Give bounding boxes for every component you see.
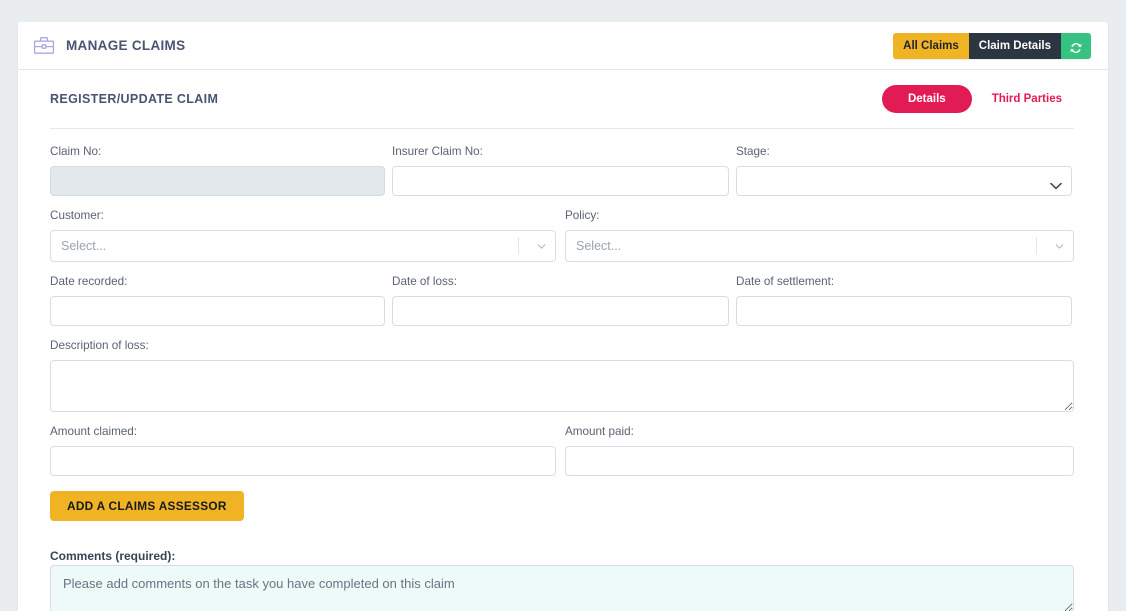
form-row-amounts: Amount claimed: Amount paid: (50, 425, 1074, 477)
description-of-loss-label: Description of loss: (50, 339, 149, 353)
form-row-dates: Date recorded: Date of loss: Date of set… (50, 275, 1074, 327)
field-insurer-claim-no: Insurer Claim No: (392, 145, 729, 197)
field-date-of-loss: Date of loss: (392, 275, 729, 327)
form-row-customer-policy: Customer: Select... Policy: Select... (50, 209, 1074, 263)
claim-details-button[interactable]: Claim Details (968, 32, 1061, 59)
field-stage: Stage: (736, 145, 1072, 197)
field-date-recorded: Date recorded: (50, 275, 385, 327)
stage-select[interactable] (736, 166, 1072, 197)
amount-paid-label: Amount paid: (565, 425, 634, 439)
tab-third-parties[interactable]: Third Parties (980, 85, 1074, 113)
app-page: MANAGE CLAIMS All Claims Claim Details R… (0, 0, 1126, 611)
manage-claims-card: MANAGE CLAIMS All Claims Claim Details R… (18, 22, 1108, 611)
field-customer: Customer: Select... (50, 209, 556, 263)
stage-select-wrap (736, 166, 1072, 197)
insurer-claim-no-label: Insurer Claim No: (392, 145, 483, 158)
amount-paid-input[interactable] (565, 446, 1074, 477)
chevron-down-icon[interactable] (1045, 240, 1073, 253)
comments-block: Comments (required): (50, 547, 1074, 611)
comments-textarea[interactable] (50, 565, 1074, 611)
claim-no-input (50, 166, 385, 197)
description-of-loss-textarea[interactable] (50, 360, 1074, 413)
date-of-settlement-label: Date of settlement: (736, 275, 835, 289)
comments-label: Comments (required): (50, 549, 176, 564)
policy-select-placeholder: Select... (576, 239, 622, 254)
policy-label: Policy: (565, 209, 600, 223)
header-action-group: All Claims Claim Details (893, 32, 1091, 59)
date-recorded-label: Date recorded: (50, 275, 128, 289)
select-separator (518, 237, 519, 256)
stage-label: Stage: (736, 145, 770, 158)
date-of-loss-label: Date of loss: (392, 275, 457, 289)
insurer-claim-no-input[interactable] (392, 166, 729, 197)
field-description-of-loss: Description of loss: (50, 339, 1074, 413)
form-row-assessor: ADD A CLAIMS ASSESSOR (50, 489, 1074, 522)
date-recorded-input[interactable] (50, 296, 385, 327)
add-claims-assessor-button[interactable]: ADD A CLAIMS ASSESSOR (50, 491, 244, 522)
page-title: MANAGE CLAIMS (66, 38, 186, 53)
customer-select[interactable]: Select... (50, 230, 556, 263)
amount-claimed-label: Amount claimed: (50, 425, 138, 439)
policy-select[interactable]: Select... (565, 230, 1074, 263)
field-amount-claimed: Amount claimed: (50, 425, 556, 477)
amount-claimed-input[interactable] (50, 446, 556, 477)
chevron-down-icon[interactable] (527, 240, 555, 253)
claim-form: Claim No: Insurer Claim No: Stage: Custo… (18, 129, 1108, 611)
section-tabs: Details Third Parties (881, 85, 1074, 113)
field-claim-no: Claim No: (50, 145, 385, 197)
select-separator (1036, 237, 1037, 256)
briefcase-icon (33, 36, 55, 55)
date-of-settlement-input[interactable] (736, 296, 1072, 327)
field-amount-paid: Amount paid: (565, 425, 1074, 477)
subheader: REGISTER/UPDATE CLAIM Details Third Part… (18, 70, 1108, 128)
all-claims-button[interactable]: All Claims (893, 32, 969, 59)
refresh-icon (1069, 39, 1083, 53)
form-row-identifiers: Claim No: Insurer Claim No: Stage: (50, 145, 1074, 197)
claim-no-label: Claim No: (50, 145, 102, 158)
form-row-description: Description of loss: (50, 339, 1074, 413)
date-of-loss-input[interactable] (392, 296, 729, 327)
customer-label: Customer: (50, 209, 104, 223)
customer-select-placeholder: Select... (61, 239, 107, 254)
card-header: MANAGE CLAIMS All Claims Claim Details (18, 22, 1108, 70)
header-left: MANAGE CLAIMS (33, 36, 185, 55)
field-policy: Policy: Select... (565, 209, 1074, 263)
field-date-of-settlement: Date of settlement: (736, 275, 1072, 327)
section-title: REGISTER/UPDATE CLAIM (50, 92, 219, 106)
tab-details[interactable]: Details (881, 85, 972, 113)
refresh-button[interactable] (1061, 32, 1091, 59)
